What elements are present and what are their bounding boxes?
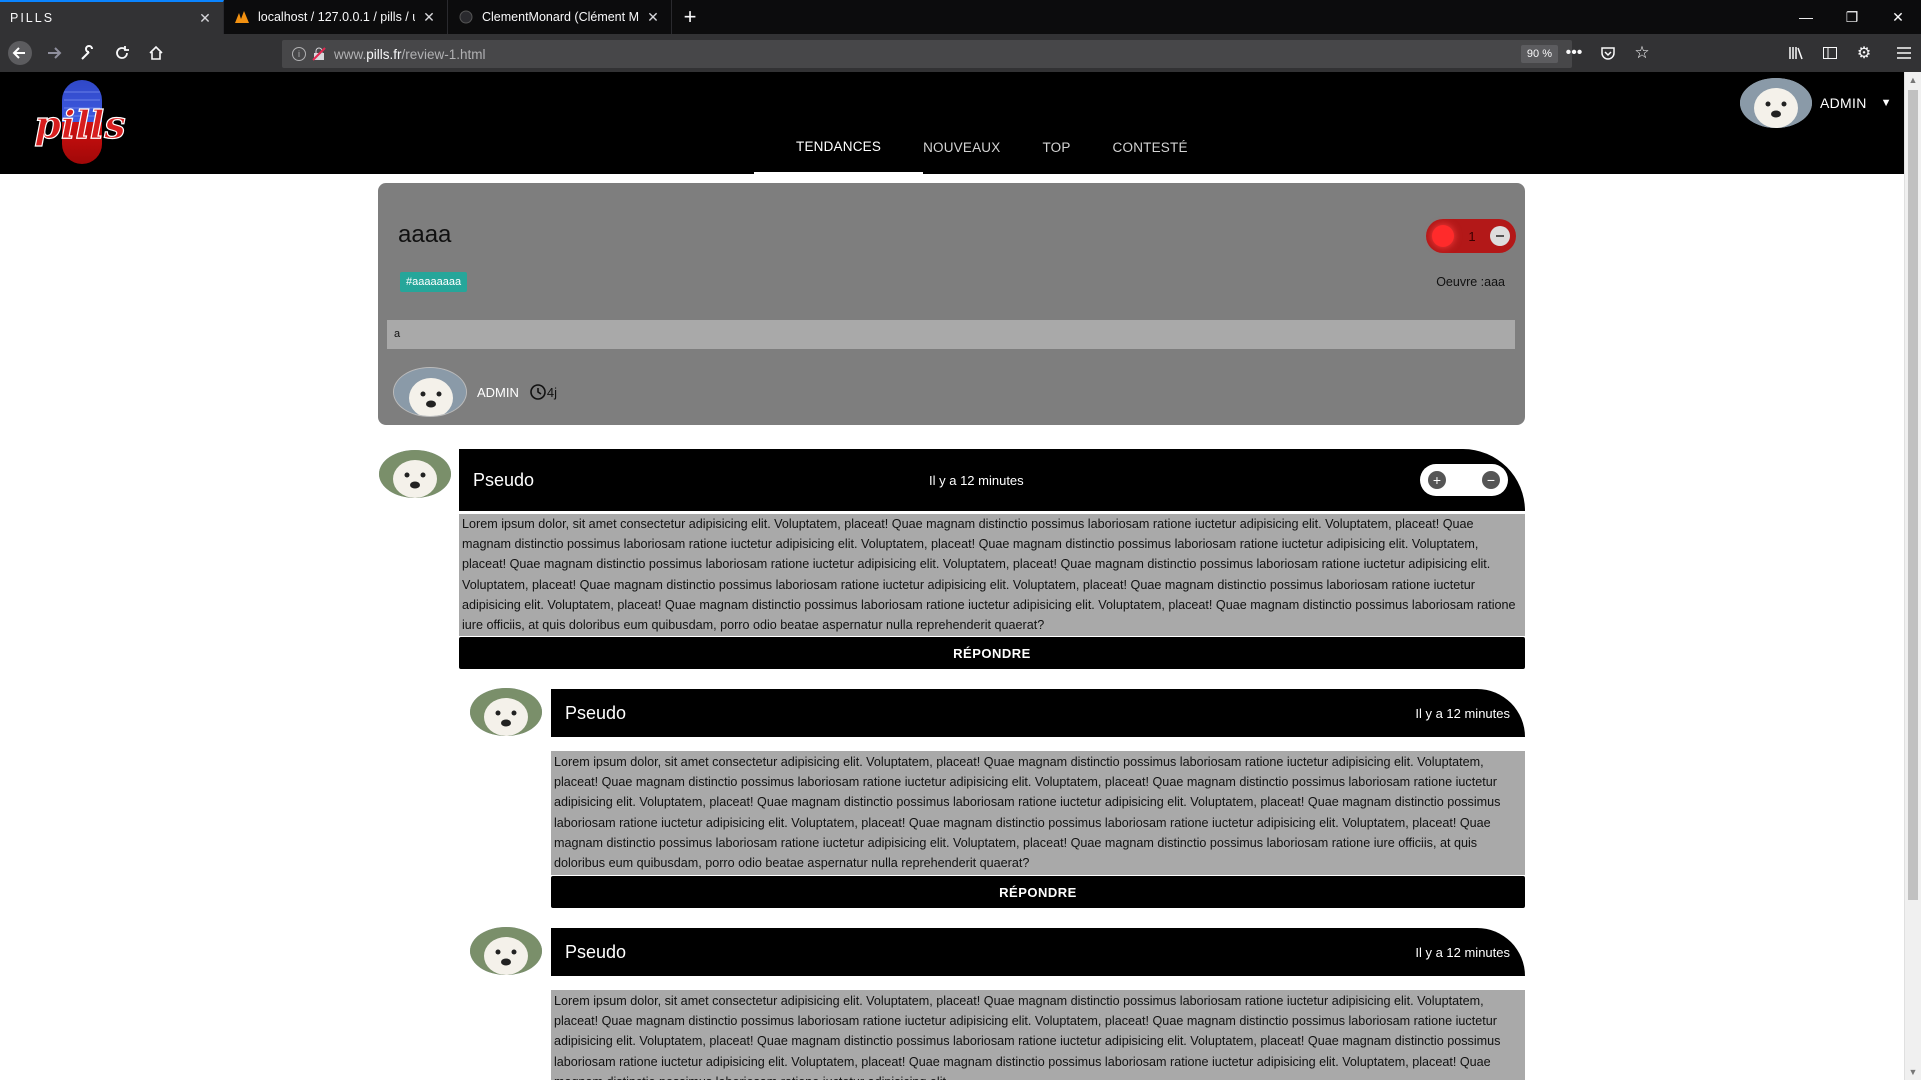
comment-avatar[interactable] [470,927,542,975]
home-icon [149,45,163,60]
review-title: aaaa [398,221,452,248]
url-host: pills.fr [366,46,402,62]
new-tab-plus-icon[interactable]: + [672,0,708,34]
vote-count: 1 [1468,228,1476,244]
forward-button[interactable] [38,37,70,69]
tab-title: ClementMonard (Clément M) / [482,10,639,24]
extension-gear-icon[interactable]: ⚙ [1847,36,1881,70]
toolbar-right: ••• ☆ ⚙ [1557,34,1921,72]
user-name[interactable]: ADMIN [1820,95,1867,111]
review-card: aaaa 1 #aaaaaaaa Oeuvre :aaa a ADMIN 4j [378,183,1525,425]
comment-time: Il y a 12 minutes [929,472,1024,488]
url-bar[interactable]: i www. pills.fr/review-1.html 90 % [282,40,1572,68]
comment-pseudo[interactable]: Pseudo [565,703,626,724]
review-content: a [387,320,1515,349]
review-age-text: 4j [546,384,558,400]
review-age: 4j [529,383,557,401]
pills-logo[interactable]: pills [28,78,132,166]
scroll-down-icon[interactable]: ▼ [1905,1064,1921,1080]
comment-pseudo[interactable]: Pseudo [473,470,534,491]
author-name[interactable]: ADMIN [477,385,519,400]
browser-tab-bar: PILLS ✕ localhost / 127.0.0.1 / pills / … [0,0,1921,34]
logo-text: pills [34,102,125,147]
scroll-up-icon[interactable]: ▲ [1905,72,1921,88]
reply-button[interactable]: RÉPONDRE [459,637,1525,669]
comment-body: Lorem ipsum dolor, sit amet consectetur … [551,751,1525,875]
browser-tab-github[interactable]: ClementMonard (Clément M) / ✕ [448,0,672,34]
github-favicon-icon [458,9,474,25]
review-vote-control: 1 [1426,219,1516,253]
oeuvre-info: Oeuvre :aaa [1436,275,1505,289]
wrench-icon [81,45,93,60]
home-button[interactable] [140,37,172,69]
comment-pseudo[interactable]: Pseudo [565,942,626,963]
reply-button[interactable]: RÉPONDRE [551,876,1525,908]
menu-hamburger-icon[interactable] [1887,36,1921,70]
page-actions-icon[interactable]: ••• [1557,36,1591,70]
back-button[interactable] [4,37,36,69]
upvote-button[interactable] [1432,225,1454,247]
url-prefix: www. [334,46,367,62]
close-tab-icon[interactable]: ✕ [197,10,213,26]
comment-body: Lorem ipsum dolor, sit amet consectetur … [459,514,1525,636]
sidebar-icon[interactable] [1813,36,1847,70]
close-tab-icon[interactable]: ✕ [645,9,661,25]
browser-tab-phpmyadmin[interactable]: localhost / 127.0.0.1 / pills / up ✕ [224,0,448,34]
close-window-icon[interactable]: ✕ [1875,0,1921,34]
nav-tendances[interactable]: TENDANCES [754,72,924,174]
user-menu[interactable]: ADMIN ▼ [1740,78,1892,128]
hashtag-badge[interactable]: #aaaaaaaa [400,272,468,292]
close-tab-icon[interactable]: ✕ [421,9,437,25]
downvote-button[interactable] [1489,226,1510,246]
devtools-button[interactable] [72,37,104,69]
clock-icon [530,384,546,400]
comment-header: Pseudo Il y a 12 minutes [551,928,1525,976]
user-avatar[interactable] [1740,78,1812,128]
minimize-icon[interactable]: — [1783,0,1829,34]
minus-icon [1495,235,1504,237]
comment-header: Pseudo Il y a 12 minutes [551,689,1525,737]
author-avatar[interactable] [393,367,467,417]
tab-title: PILLS [10,11,55,25]
oeuvre-label: Oeuvre : [1436,275,1485,289]
comment-time: Il y a 12 minutes [1415,705,1510,721]
bookmark-star-icon[interactable]: ☆ [1625,36,1659,70]
phpmyadmin-favicon-icon [234,9,250,25]
reload-icon [116,46,129,59]
minus-icon[interactable]: − [1482,471,1500,489]
library-icon[interactable] [1779,36,1813,70]
dropdown-caret-icon[interactable]: ▼ [1881,97,1892,109]
nav-top[interactable]: TOP [1042,72,1112,174]
oeuvre-value[interactable]: aaa [1484,275,1505,289]
comment-header: Pseudo Il y a 12 minutes + − [459,449,1525,511]
nav-nouveaux[interactable]: NOUVEAUX [923,72,1042,174]
window-controls: — ❐ ✕ [1783,0,1921,34]
nav-conteste[interactable]: CONTESTÉ [1113,72,1188,174]
info-icon[interactable]: i [292,47,306,61]
restore-icon[interactable]: ❐ [1829,0,1875,34]
url-path: /review-1.html [401,46,486,62]
review-author: ADMIN 4j [393,367,557,417]
pocket-icon[interactable] [1591,36,1625,70]
back-arrow-icon [8,41,32,65]
scrollbar-thumb[interactable] [1908,90,1918,900]
zoom-level-badge[interactable]: 90 % [1520,45,1558,63]
main-nav: TENDANCES NOUVEAUX TOP CONTESTÉ [754,72,1188,174]
comment-vote-control: + − [1420,464,1508,496]
comment-avatar[interactable] [470,688,542,736]
comment-time: Il y a 12 minutes [1415,944,1510,960]
plus-icon[interactable]: + [1428,471,1446,489]
insecure-lock-icon[interactable] [312,47,326,61]
comment-avatar[interactable] [379,450,451,498]
page-scrollbar[interactable]: ▲ ▼ [1904,72,1921,1080]
reload-button[interactable] [106,37,138,69]
forward-arrow-icon [48,47,62,59]
browser-tab-pills[interactable]: PILLS ✕ [0,0,224,34]
tab-title: localhost / 127.0.0.1 / pills / up [258,10,415,24]
comment-body: Lorem ipsum dolor, sit amet consectetur … [551,990,1525,1080]
site-header: pills TENDANCES NOUVEAUX TOP CONTESTÉ AD… [0,72,1904,174]
